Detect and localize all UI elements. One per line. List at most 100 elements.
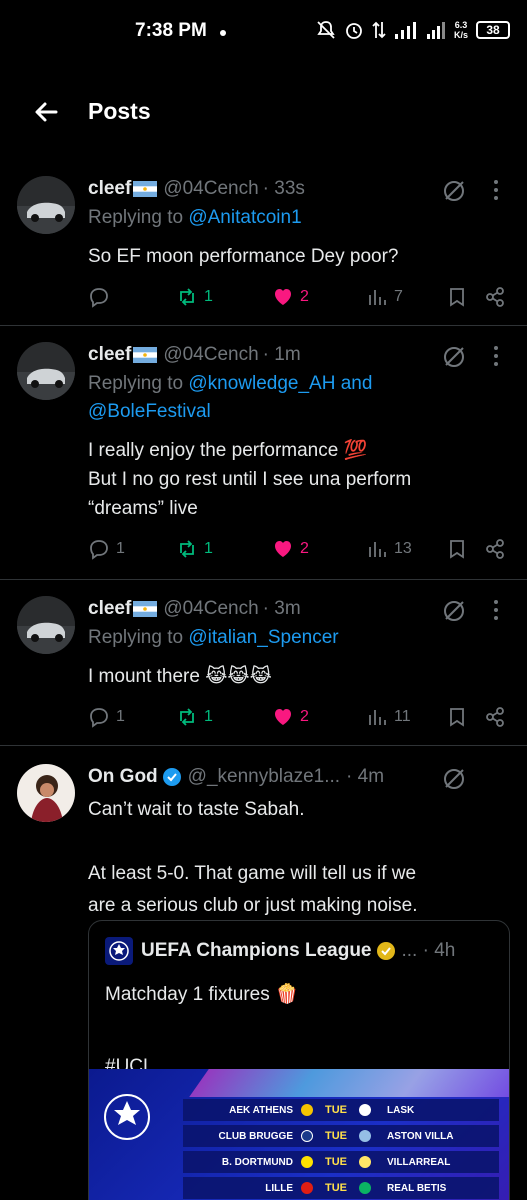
fixture-away: VILLARREAL (387, 1156, 451, 1168)
status-icons: 6.3 K/s 38 (316, 20, 511, 40)
like-button[interactable]: 2 (272, 286, 309, 308)
repost-button[interactable]: 1 (176, 538, 213, 560)
tweet-text: So EF moon performance Dey poor? (88, 246, 399, 267)
reply-mention[interactable]: @italian_Spencer (188, 627, 338, 648)
more-icon[interactable] (488, 598, 504, 622)
author-handle[interactable]: @04Cench (163, 344, 258, 366)
reply-context: Replying to @Anitatcoin1 (88, 204, 302, 232)
avatar[interactable] (17, 596, 75, 654)
fixture-away: ASTON VILLA (387, 1130, 454, 1142)
fixture-day: TUE (325, 1156, 347, 1168)
share-button[interactable] (484, 538, 506, 560)
argentina-flag-icon (133, 347, 158, 363)
reply-prefix: Replying to (88, 627, 189, 648)
signal-icon (395, 22, 416, 39)
heart-icon (275, 289, 291, 305)
bookmark-button[interactable] (446, 286, 468, 308)
views-button[interactable]: 7 (366, 286, 403, 308)
more-icon[interactable] (488, 344, 504, 368)
bookmark-button[interactable] (446, 538, 468, 560)
tweet[interactable]: cleef @04Cench · 33s Replying to @Anitat… (0, 150, 527, 326)
fixture-row: CLUB BRUGGE TUE ASTON VILLA (183, 1125, 499, 1147)
repost-icon (180, 540, 194, 558)
reply-mention[interactable]: @Anitatcoin1 (188, 207, 301, 228)
reply-prefix: Replying to (88, 373, 189, 394)
tweet-time: · 33s (262, 178, 305, 199)
grok-icon[interactable] (441, 178, 467, 204)
verified-badge-icon (162, 768, 181, 786)
reply-button[interactable] (88, 286, 116, 308)
club-badge-icon (301, 1156, 313, 1168)
tweet[interactable]: cleef @04Cench · 3m Replying to @italian… (0, 580, 527, 746)
reply-prefix: Replying to (88, 207, 189, 228)
repost-button[interactable]: 1 (176, 286, 213, 308)
club-badge-icon (301, 1104, 313, 1116)
repost-count: 1 (204, 540, 213, 557)
avatar[interactable] (17, 176, 75, 234)
fixture-row: AEK ATHENS TUE LASK (183, 1099, 499, 1121)
like-button[interactable]: 2 (272, 706, 309, 728)
quoted-author-name[interactable]: UEFA Champions League (141, 940, 372, 962)
reply-button[interactable]: 1 (88, 538, 125, 560)
like-count: 2 (300, 288, 309, 305)
fixture-home: LILLE (265, 1182, 293, 1194)
avatar[interactable] (17, 342, 75, 400)
grok-icon[interactable] (441, 766, 467, 792)
author-name[interactable]: cleef (88, 178, 131, 200)
tweet-time: · 3m (262, 598, 301, 619)
fixture-home: AEK ATHENS (229, 1104, 293, 1116)
gold-verified-icon (376, 942, 395, 960)
tweet[interactable]: cleef @04Cench · 1m Replying to @knowled… (0, 326, 527, 580)
quoted-tweet[interactable]: UEFA Champions League ... · 4h Matchday … (88, 920, 510, 1200)
reply-count: 1 (116, 708, 125, 725)
tweet-time: · 4m (346, 766, 385, 787)
repost-icon (180, 288, 194, 306)
like-count: 2 (300, 708, 309, 725)
status-bar: 7:38 PM 6.3 K/s 38 (0, 0, 527, 64)
bookmark-button[interactable] (446, 706, 468, 728)
club-badge-icon (359, 1104, 371, 1116)
author-handle[interactable]: @04Cench (163, 598, 258, 620)
fixture-home: CLUB BRUGGE (218, 1130, 293, 1142)
fixture-day: TUE (325, 1104, 347, 1116)
ucl-logo-icon (105, 937, 133, 965)
repost-button[interactable]: 1 (176, 706, 213, 728)
club-badge-icon (359, 1130, 371, 1142)
author-handle[interactable]: @_kennyblaze1... (188, 766, 340, 788)
quoted-time: ... · 4h (401, 940, 456, 961)
share-button[interactable] (484, 286, 506, 308)
reply-button[interactable]: 1 (88, 706, 125, 728)
repost-count: 1 (204, 288, 213, 305)
author-name[interactable]: cleef (88, 598, 131, 620)
avatar[interactable] (17, 764, 75, 822)
reply-count: 1 (116, 540, 125, 557)
arrow-left-icon[interactable] (30, 96, 62, 128)
author-name[interactable]: On God (88, 766, 158, 788)
more-icon[interactable] (488, 178, 504, 202)
grok-icon[interactable] (441, 598, 467, 624)
tweet-actions: 1 1 2 11 (88, 706, 508, 732)
mute-icon (317, 21, 335, 39)
reply-mention-2[interactable]: @BoleFestival (88, 401, 211, 422)
views-button[interactable]: 11 (366, 706, 411, 728)
view-count: 7 (394, 288, 403, 305)
bookmark-icon (450, 540, 464, 559)
battery-indicator: 38 (476, 21, 511, 39)
reply-icon (90, 540, 108, 560)
grok-icon[interactable] (441, 344, 467, 370)
views-button[interactable]: 13 (366, 538, 412, 560)
tweet-text: Can’t wait to taste Sabah. At least 5-0.… (88, 799, 418, 916)
tweet-actions: 1 1 2 13 (88, 538, 508, 564)
club-badge-icon (359, 1156, 371, 1168)
author-name[interactable]: cleef (88, 344, 131, 366)
author-handle[interactable]: @04Cench (163, 178, 258, 200)
fixture-row: LILLE TUE REAL BETIS (183, 1177, 499, 1199)
repost-icon (180, 708, 194, 726)
views-icon (369, 542, 386, 557)
share-button[interactable] (484, 706, 506, 728)
reply-mention[interactable]: @knowledge_AH and (188, 373, 372, 394)
share-icon (486, 707, 504, 727)
fixture-away: LASK (387, 1104, 415, 1116)
fixtures-image[interactable]: AEK ATHENS TUE LASK CLUB BRUGGE TUE ASTO… (89, 1069, 509, 1200)
like-button[interactable]: 2 (272, 538, 309, 560)
